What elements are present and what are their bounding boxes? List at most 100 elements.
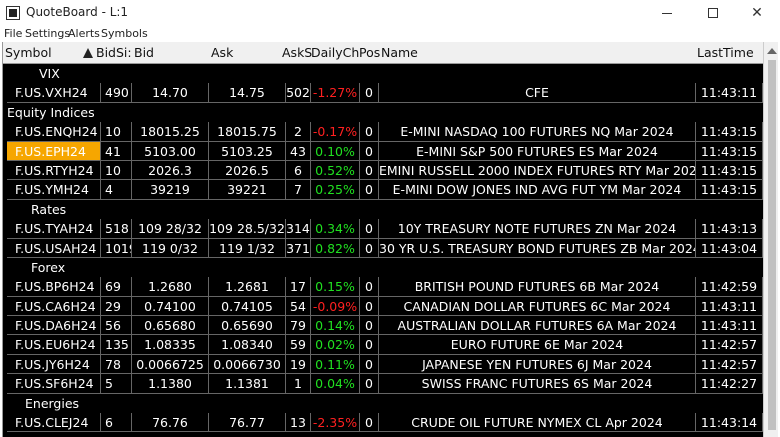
bidsize-cell[interactable]: 135 (101, 335, 132, 355)
symbol-cell[interactable]: F.US.ENQH24 (7, 122, 101, 142)
ask-cell[interactable]: 109 28.5/32 (209, 219, 286, 239)
dailych-cell[interactable]: -0.17% (311, 122, 360, 142)
table-row[interactable]: F.US.SF6H24 5 1.1380 1.1381 1 0.04% 0 SWISS FRA… (3, 374, 763, 394)
table-row[interactable]: F.US.ENQH24 10 18015.25 18015.75 2 -0.17% 0 E-M… (3, 122, 763, 142)
bid-cell[interactable]: 1.08335 (132, 335, 209, 355)
pos-cell[interactable]: 0 (360, 354, 379, 375)
asksize-cell[interactable]: 43 (286, 141, 311, 161)
asksize-cell[interactable]: 54 (286, 296, 311, 317)
ask-cell[interactable]: 2026.5 (209, 160, 286, 181)
header-symbol[interactable]: Symbol (5, 45, 52, 60)
table-row[interactable]: F.US.JY6H24 78 0.0066725 0.0066730 19 0.11% 0 J… (3, 354, 763, 375)
symbol-cell[interactable]: F.US.EPH24 (7, 141, 101, 161)
bid-cell[interactable]: 109 28/32 (132, 219, 209, 239)
asksize-cell[interactable]: 7 (286, 180, 311, 200)
bid-cell[interactable]: 18015.25 (132, 122, 209, 142)
pos-cell[interactable]: 0 (360, 296, 379, 317)
pos-cell[interactable]: 0 (360, 83, 379, 103)
dailych-cell[interactable]: 0.04% (311, 374, 360, 394)
name-cell[interactable]: CANADIAN DOLLAR FUTURES 6C Mar 2024 (379, 296, 696, 317)
dailych-cell[interactable]: 0.15% (311, 277, 360, 297)
scroll-thumb[interactable] (768, 60, 776, 430)
asksize-cell[interactable]: 79 (286, 316, 311, 336)
vertical-scrollbar[interactable] (763, 42, 778, 437)
table-row[interactable]: F.US.VXH24 490 14.70 14.75 502 -1.27% 0 CFE 11:4… (3, 83, 763, 103)
bid-cell[interactable]: 39219 (132, 180, 209, 200)
dailych-cell[interactable]: 0.14% (311, 316, 360, 336)
bidsize-cell[interactable]: 56 (101, 316, 132, 336)
header-dailych[interactable]: DailyCh (311, 45, 359, 60)
asksize-cell[interactable]: 19 (286, 354, 311, 375)
name-cell[interactable]: 10Y TREASURY NOTE FUTURES ZN Mar 2024 (379, 219, 696, 239)
lasttime-cell[interactable]: 11:43:13 (696, 219, 763, 239)
bidsize-cell[interactable]: 10 (101, 122, 132, 142)
lasttime-cell[interactable]: 11:43:15 (696, 141, 763, 161)
asksize-cell[interactable]: 6 (286, 160, 311, 181)
bid-cell[interactable]: 1.1380 (132, 374, 209, 394)
ask-cell[interactable]: 0.74105 (209, 296, 286, 317)
name-cell[interactable]: BRITISH POUND FUTURES 6B Mar 2024 (379, 277, 696, 297)
table-row[interactable]: F.US.CLEJ24 6 76.76 76.77 13 -2.35% 0 CRUDE OIL… (3, 413, 763, 433)
name-cell[interactable]: EMINI RUSSELL 2000 INDEX FUTURES RTY Mar… (379, 160, 696, 181)
pos-cell[interactable]: 0 (360, 413, 379, 433)
asksize-cell[interactable]: 13 (286, 413, 311, 433)
ask-cell[interactable]: 18015.75 (209, 122, 286, 142)
ask-cell[interactable]: 5103.25 (209, 141, 286, 161)
ask-cell[interactable]: 39221 (209, 180, 286, 200)
pos-cell[interactable]: 0 (360, 160, 379, 181)
pos-cell[interactable]: 0 (360, 335, 379, 355)
dailych-cell[interactable]: 0.52% (311, 160, 360, 181)
lasttime-cell[interactable]: 11:43:14 (696, 413, 763, 433)
lasttime-cell[interactable]: 11:43:11 (696, 83, 763, 103)
ask-cell[interactable]: 1.08340 (209, 335, 286, 355)
bidsize-cell[interactable]: 41 (101, 141, 132, 161)
name-cell[interactable]: CRUDE OIL FUTURE NYMEX CL Apr 2024 (379, 413, 696, 433)
asksize-cell[interactable]: 2 (286, 122, 311, 142)
symbol-cell[interactable]: F.US.DA6H24 (7, 316, 101, 336)
dailych-cell[interactable]: -2.35% (311, 413, 360, 433)
bidsize-cell[interactable]: 518 (101, 219, 132, 239)
table-row[interactable]: F.US.CA6H24 29 0.74100 0.74105 54 -0.09% 0 CANA… (3, 296, 763, 317)
symbol-cell[interactable]: F.US.JY6H24 (7, 354, 101, 375)
menu-symbols[interactable]: Symbols (101, 27, 148, 40)
table-row[interactable]: F.US.EPH24 41 5103.00 5103.25 43 0.10% 0 E-MINI… (3, 141, 763, 161)
ask-cell[interactable]: 119 1/32 (209, 238, 286, 258)
bid-cell[interactable]: 0.74100 (132, 296, 209, 317)
bidsize-cell[interactable]: 4 (101, 180, 132, 200)
bid-cell[interactable]: 2026.3 (132, 160, 209, 181)
bidsize-cell[interactable]: 78 (101, 354, 132, 375)
bid-cell[interactable]: 14.70 (132, 83, 209, 103)
table-row[interactable]: F.US.EU6H24 135 1.08335 1.08340 59 0.02% 0 EURO… (3, 335, 763, 355)
name-cell[interactable]: 30 YR U.S. TREASURY BOND FUTURES ZB Mar … (379, 238, 696, 258)
bidsize-cell[interactable]: 29 (101, 296, 132, 317)
pos-cell[interactable]: 0 (360, 277, 379, 297)
dailych-cell[interactable]: 0.02% (311, 335, 360, 355)
header-bidsize[interactable]: BidSi: (83, 45, 132, 60)
dailych-cell[interactable]: 0.25% (311, 180, 360, 200)
header-lasttime[interactable]: LastTime (697, 45, 754, 60)
lasttime-cell[interactable]: 11:42:59 (696, 277, 763, 297)
table-row[interactable]: F.US.TYAH24518109 28/32109 28.5/3231410.… (3, 219, 763, 239)
symbol-cell[interactable]: F.US.YMH24 (7, 180, 101, 200)
header-ask[interactable]: Ask (211, 45, 233, 60)
asksize-cell[interactable]: 371 (286, 238, 311, 258)
asksize-cell[interactable]: 1 (286, 374, 311, 394)
symbol-cell[interactable]: F.US.TYAH24 (7, 219, 101, 239)
header-pos[interactable]: Pos (359, 45, 380, 60)
symbol-cell[interactable]: F.US.EU6H24 (7, 335, 101, 355)
pos-cell[interactable]: 0 (360, 374, 379, 394)
name-cell[interactable]: E-MINI S&P 500 FUTURES ES Mar 2024 (379, 141, 696, 161)
bid-cell[interactable]: 5103.00 (132, 141, 209, 161)
dailych-cell[interactable]: 0.82% (311, 238, 360, 258)
lasttime-cell[interactable]: 11:43:15 (696, 122, 763, 142)
dailych-cell[interactable]: 0.10% (311, 141, 360, 161)
bid-cell[interactable]: 0.0066725 (132, 354, 209, 375)
dailych-cell[interactable]: 0.11% (311, 354, 360, 375)
table-row[interactable]: F.US.RTYH24 10 2026.3 2026.5 6 0.52% 0 EMINI RU… (3, 160, 763, 181)
name-cell[interactable]: EURO FUTURE 6E Mar 2024 (379, 335, 696, 355)
asksize-cell[interactable]: 17 (286, 277, 311, 297)
menu-file[interactable]: File (4, 27, 22, 40)
symbol-cell[interactable]: F.US.CLEJ24 (7, 413, 101, 433)
asksize-cell[interactable]: 3141 (286, 219, 311, 239)
bid-cell[interactable]: 1.2680 (132, 277, 209, 297)
